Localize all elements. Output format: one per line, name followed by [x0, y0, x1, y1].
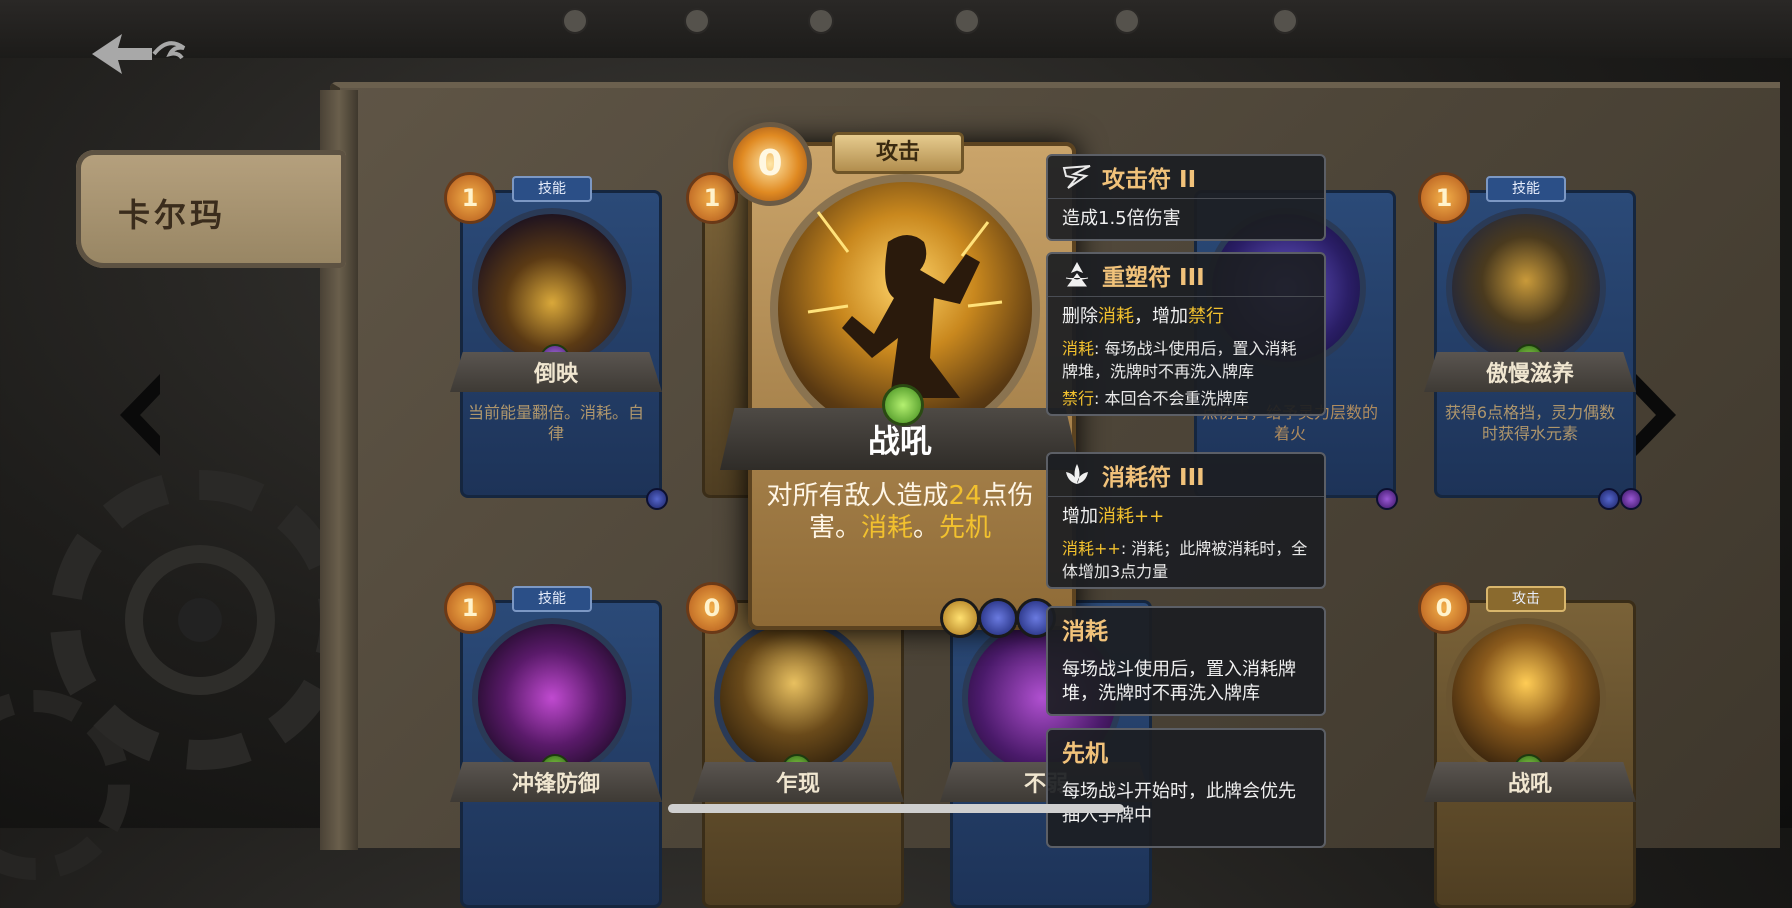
- keyword-forbid: 禁行: [1188, 306, 1224, 327]
- tooltip-title: 攻击符 II: [1102, 167, 1197, 193]
- card-zhaxian[interactable]: 0 乍现: [686, 582, 904, 908]
- rivet-icon: [1272, 8, 1298, 34]
- card-type-label: 技能: [1486, 176, 1566, 202]
- tooltip-initiative: 先机 每场战斗开始时，此牌会优先抽入手牌中: [1046, 728, 1326, 848]
- keyword-forbid: 禁行: [1062, 389, 1095, 408]
- desc-keyword-consume: 消耗: [860, 513, 913, 543]
- selected-card-name: 战吼: [867, 422, 932, 460]
- card-name: 倒映: [533, 362, 578, 387]
- chevron-left-icon: [120, 374, 160, 456]
- card-cost: 1: [444, 582, 496, 634]
- tooltip-note-text: : 每场战斗使用后，置入消耗牌堆，洗牌时不再洗入牌库: [1062, 339, 1297, 381]
- selected-card-zhanhou[interactable]: 0 攻击 战吼 对所有敌人造成24点伤害。消耗。先机: [720, 120, 1080, 638]
- horizontal-scrollbar[interactable]: [668, 804, 1124, 813]
- tooltip-text: 增加: [1062, 506, 1098, 527]
- tooltip-header: 重塑符 III: [1048, 254, 1324, 297]
- blue-orb-icon: [978, 598, 1018, 638]
- sword-slash-icon: [1062, 165, 1091, 189]
- rivet-icon: [684, 8, 710, 34]
- tooltip-header: 攻击符 II: [1048, 156, 1324, 199]
- tooltip-attack-rune: 攻击符 II 造成1.5倍伤害: [1046, 154, 1326, 241]
- tooltip-title: 消耗: [1062, 619, 1108, 645]
- tooltip-body: 删除消耗，增加禁行: [1048, 297, 1324, 337]
- selected-card-type: 攻击: [832, 132, 964, 174]
- next-page-button[interactable]: [1624, 370, 1704, 460]
- top-bar: [0, 0, 1792, 58]
- reshape-icon: [1065, 261, 1089, 287]
- tooltip-header: 先机: [1048, 730, 1324, 772]
- desc-text: 对所有敌人造成: [766, 481, 949, 511]
- tooltip-note: 消耗: 每场战斗使用后，置入消耗牌堆，洗牌时不再洗入牌库: [1048, 337, 1324, 387]
- tooltip-header: 消耗符 III: [1048, 454, 1324, 497]
- tooltip-text: ，增加: [1134, 306, 1188, 327]
- gold-orb-icon: [940, 598, 980, 638]
- keyword-consume: 消耗: [1062, 339, 1095, 358]
- tooltip-note: 禁行: 本回合不会重洗牌库: [1048, 387, 1324, 414]
- gear-hub-decoration: [178, 598, 222, 642]
- card-desc: 当前能量翻倍。消耗。自律: [468, 403, 645, 443]
- desc-damage-number: 24: [948, 481, 982, 511]
- tooltip-title: 先机: [1062, 741, 1108, 767]
- keyword-consume-plus: 消耗++: [1098, 506, 1165, 527]
- card-cost: 0: [1418, 582, 1470, 634]
- character-name: 卡尔玛: [118, 196, 227, 234]
- tooltip-title: 消耗符 III: [1102, 465, 1205, 491]
- tooltip-body: 增加消耗++: [1048, 497, 1324, 537]
- card-cost: 1: [1418, 172, 1470, 224]
- prev-page-button[interactable]: [112, 370, 192, 460]
- rivet-icon: [954, 8, 980, 34]
- keyword-consume: 消耗: [1098, 306, 1134, 327]
- card-desc: 获得6点格挡，灵力偶数时获得水元素: [1444, 403, 1616, 443]
- tooltip-note-text: : 本回合不会重洗牌库: [1094, 389, 1249, 408]
- orb-icon: [1620, 488, 1642, 510]
- keyword-consume-plus: 消耗++: [1062, 539, 1121, 558]
- card-chongfeng-fangyu[interactable]: 技能 1 冲锋防御: [444, 582, 662, 908]
- card-name: 战吼: [1507, 772, 1552, 797]
- rivet-icon: [562, 8, 588, 34]
- rivet-icon: [808, 8, 834, 34]
- card-type-label: 攻击: [1486, 586, 1566, 612]
- selected-card-cost: 0: [728, 122, 812, 206]
- desc-keyword-initiative: 先机: [939, 513, 992, 543]
- card-aoman-ziyang[interactable]: 技能 1 傲慢滋养 获得6点格挡，灵力偶数时获得水元素: [1418, 172, 1642, 510]
- tooltip-body: 每场战斗使用后，置入消耗牌堆，洗牌时不再洗入牌库: [1062, 659, 1296, 704]
- tooltip-body: 造成1.5倍伤害: [1062, 208, 1181, 229]
- card-type-label: 技能: [512, 176, 592, 202]
- tooltip-reshape-rune: 重塑符 III 删除消耗，增加禁行 消耗: 每场战斗使用后，置入消耗牌堆，洗牌时…: [1046, 252, 1326, 416]
- tooltip-text: 删除: [1062, 306, 1098, 327]
- card-name: 傲慢滋养: [1485, 362, 1574, 387]
- back-button[interactable]: [92, 30, 202, 78]
- tooltip-title: 重塑符 III: [1102, 265, 1205, 291]
- orb-icon: [1376, 488, 1398, 510]
- card-name: 冲锋防御: [511, 772, 600, 797]
- desc-text: 。: [913, 513, 940, 543]
- card-daoying[interactable]: 技能 1 倒映 当前能量翻倍。消耗。自律: [444, 172, 668, 510]
- tooltip-consume: 消耗 每场战斗使用后，置入消耗牌堆，洗牌时不再洗入牌库: [1046, 606, 1326, 716]
- orb-icon: [1598, 488, 1620, 510]
- tooltip-header: 消耗: [1048, 608, 1324, 650]
- tooltip-note: 消耗++: 消耗；此牌被消耗时，全体增加3点力量: [1048, 537, 1324, 587]
- card-cost: 1: [444, 172, 496, 224]
- tooltip-consume-rune: 消耗符 III 增加消耗++ 消耗++: 消耗；此牌被消耗时，全体增加3点力量: [1046, 452, 1326, 589]
- card-name: 乍现: [775, 772, 820, 797]
- card-zhanhou-small[interactable]: 攻击 0 战吼: [1418, 582, 1636, 908]
- orb-icon: [646, 488, 668, 510]
- selected-card-description: 对所有敌人造成24点伤害。消耗。先机: [764, 480, 1036, 544]
- rivet-icon: [1114, 8, 1140, 34]
- card-type-label: 技能: [512, 586, 592, 612]
- lotus-icon: [1066, 464, 1088, 484]
- back-arrow-icon: [92, 34, 186, 74]
